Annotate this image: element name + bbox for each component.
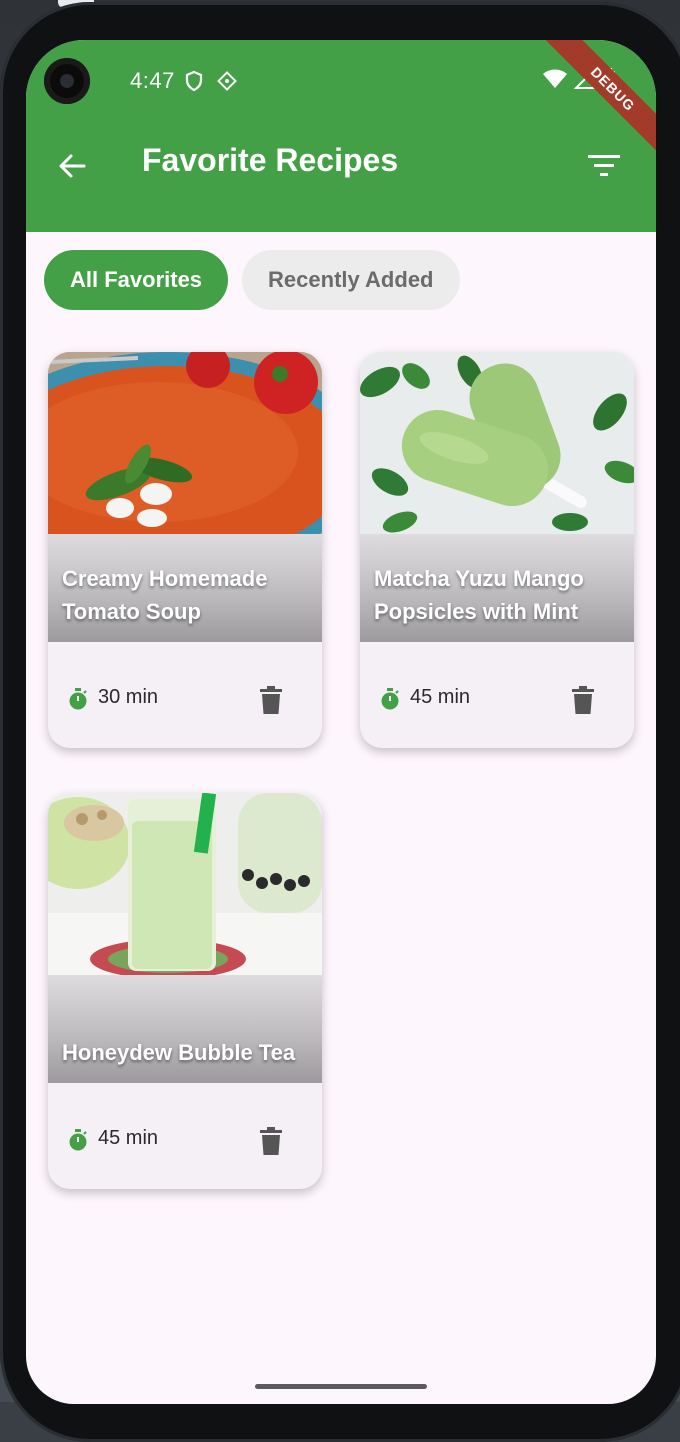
phone-frame: 4:47 DEBUG Favorite Recipes All Favorite… bbox=[0, 2, 680, 1442]
trash-icon bbox=[260, 686, 282, 714]
recipe-card[interactable]: Honeydew Bubble Tea 45 min bbox=[48, 793, 322, 1189]
arrow-back-icon bbox=[59, 154, 86, 178]
card-title-overlay: Creamy Homemade Tomato Soup bbox=[48, 534, 322, 642]
status-time: 4:47 bbox=[130, 68, 175, 93]
card-footer: 30 min bbox=[48, 642, 322, 748]
trash-icon bbox=[572, 686, 594, 714]
prep-time: 45 min bbox=[410, 686, 471, 708]
card-title-overlay: Honeydew Bubble Tea bbox=[48, 975, 322, 1083]
toolbar: Favorite Recipes bbox=[26, 120, 656, 232]
card-title-overlay: Matcha Yuzu Mango Popsicles with Mint bbox=[360, 534, 634, 642]
page-title: Favorite Recipes bbox=[142, 142, 399, 178]
app-screen: 4:47 DEBUG Favorite Recipes All Favorite… bbox=[26, 40, 656, 1404]
timer-icon bbox=[68, 1129, 88, 1156]
prep-time: 30 min bbox=[98, 686, 159, 708]
chip-all-favorites[interactable]: All Favorites bbox=[44, 250, 229, 310]
trash-icon bbox=[260, 1127, 282, 1155]
recipe-title: Creamy Homemade Tomato Soup bbox=[62, 566, 268, 624]
recipe-title: Matcha Yuzu Mango Popsicles with Mint bbox=[374, 566, 584, 624]
filter-list-icon bbox=[588, 155, 620, 176]
back-button[interactable] bbox=[50, 144, 94, 188]
prep-time: 45 min bbox=[98, 1127, 159, 1149]
app-notification-icon bbox=[216, 70, 238, 97]
card-footer: 45 min bbox=[360, 642, 634, 748]
wifi-icon bbox=[542, 69, 568, 94]
delete-button[interactable] bbox=[254, 1121, 288, 1161]
timer-icon bbox=[380, 688, 400, 715]
front-camera bbox=[44, 58, 90, 104]
recipe-image-matcha-popsicles bbox=[360, 352, 634, 536]
filter-button[interactable] bbox=[582, 144, 626, 188]
timer-icon bbox=[68, 688, 88, 715]
recipe-image-honeydew-bubble-tea bbox=[48, 793, 322, 977]
recipe-image-tomato-soup bbox=[48, 352, 322, 536]
delete-button[interactable] bbox=[566, 680, 600, 720]
card-footer: 45 min bbox=[48, 1083, 322, 1189]
app-bar: 4:47 DEBUG Favorite Recipes bbox=[26, 40, 656, 232]
recipe-title: Honeydew Bubble Tea bbox=[62, 1040, 296, 1065]
filter-chips: All Favorites Recently Added bbox=[44, 250, 460, 310]
status-bar: 4:47 DEBUG bbox=[26, 40, 656, 159]
home-indicator[interactable] bbox=[255, 1384, 427, 1389]
recipe-card[interactable]: Creamy Homemade Tomato Soup 30 min bbox=[48, 352, 322, 748]
delete-button[interactable] bbox=[254, 680, 288, 720]
recipe-card[interactable]: Matcha Yuzu Mango Popsicles with Mint 45… bbox=[360, 352, 634, 748]
chip-recently-added[interactable]: Recently Added bbox=[242, 250, 460, 310]
shield-icon bbox=[184, 70, 204, 97]
